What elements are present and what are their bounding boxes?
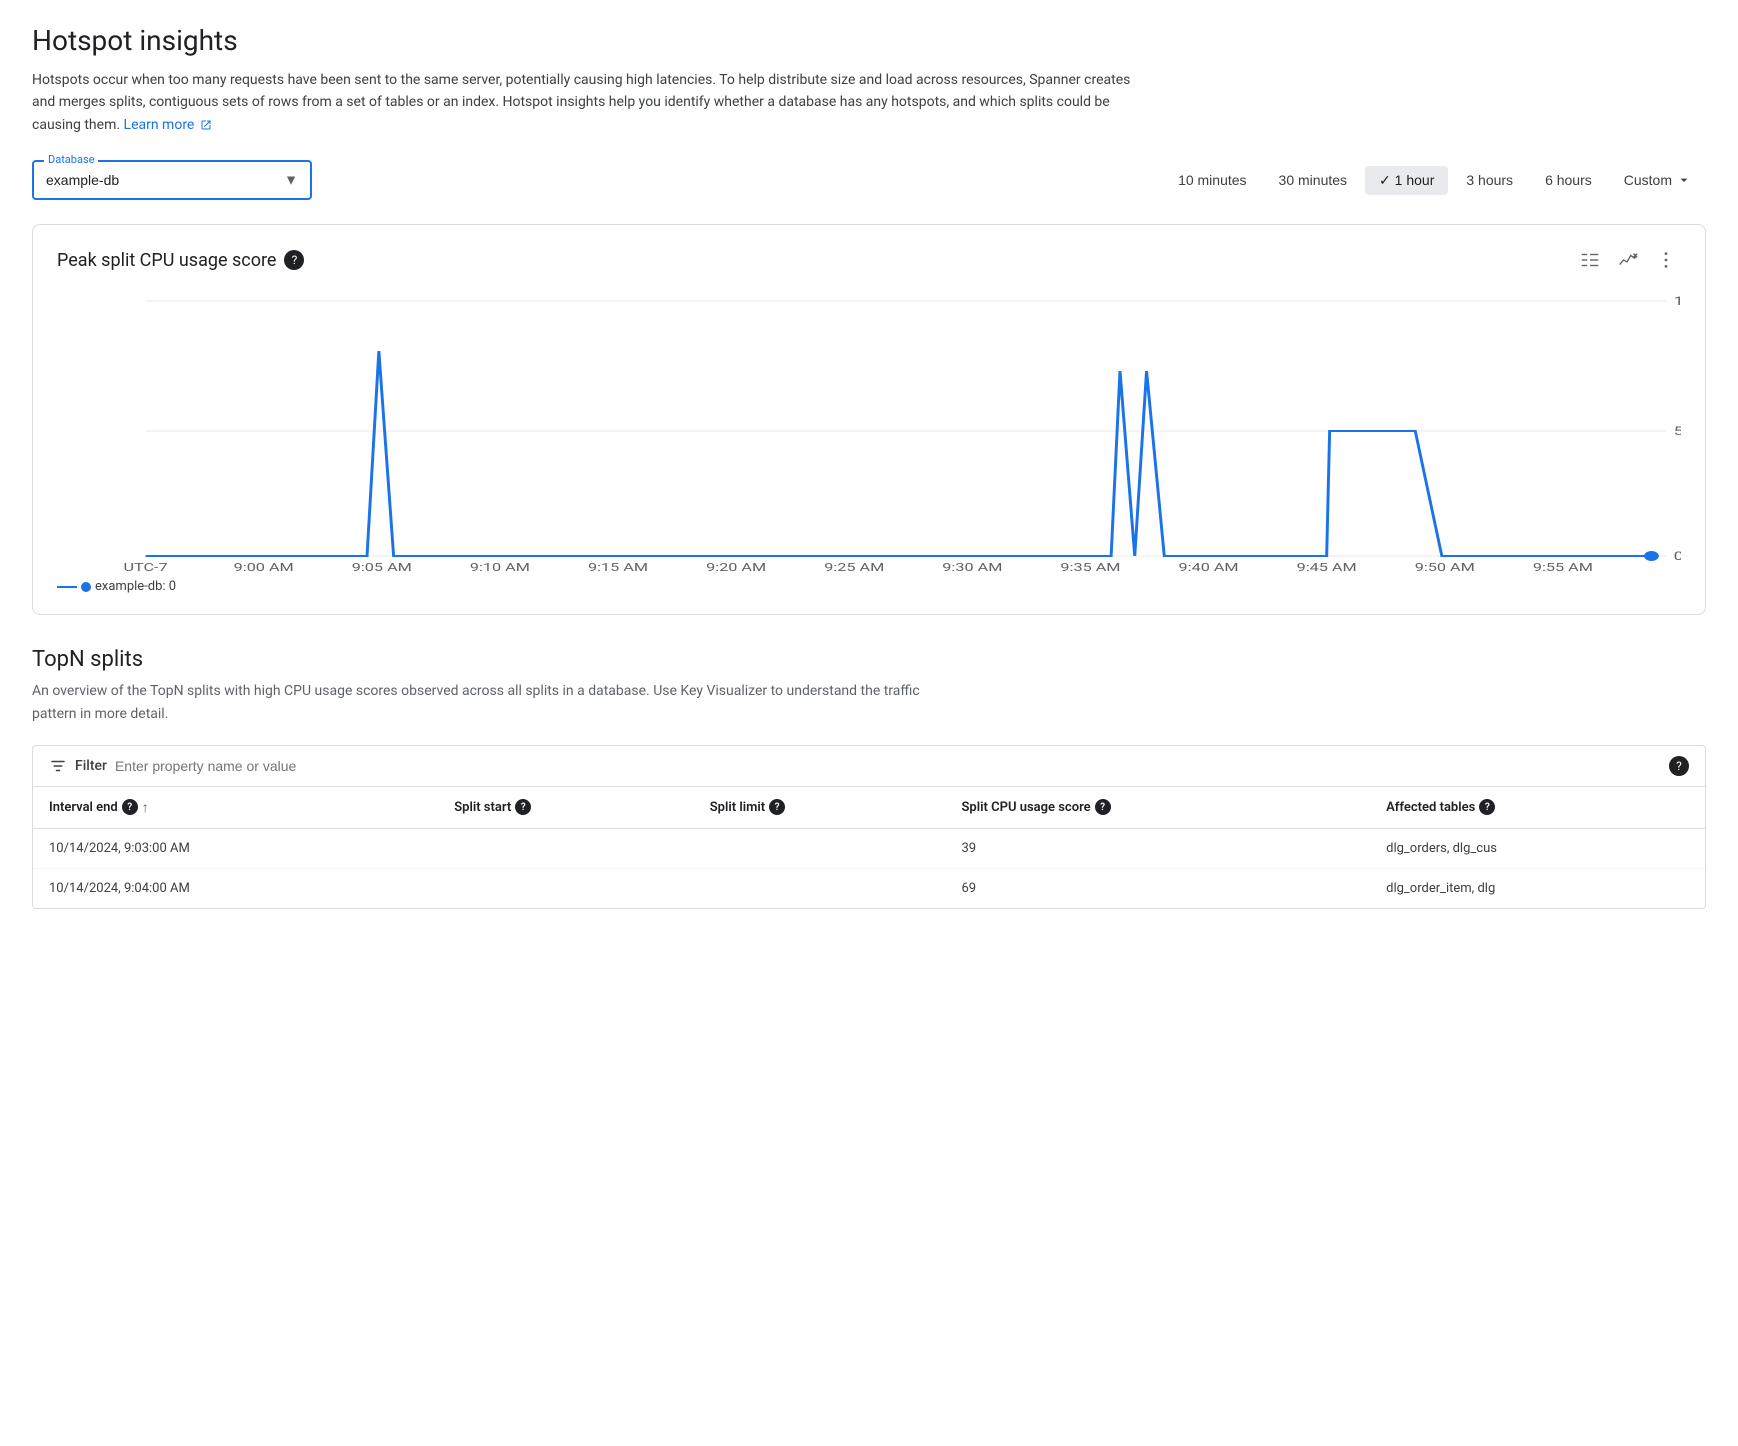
chart-svg: 100 50 0 UTC-7 9:00 AM 9:05 AM 9:10 AM 9… [57,291,1681,571]
svg-text:0: 0 [1674,549,1681,563]
svg-text:9:20 AM: 9:20 AM [706,562,766,572]
table-row: 10/14/2024, 9:04:00 AM 69 dlg_order_item… [33,868,1705,908]
interval-end-help[interactable]: ? [122,799,138,815]
time-btn-10min[interactable]: 10 minutes [1164,166,1260,194]
svg-text:9:05 AM: 9:05 AM [352,562,412,572]
col-interval-end: Interval end ? ↑ [33,787,438,829]
checkmark-icon: ✓ [1379,172,1391,188]
chart-header: Peak split CPU usage score ? [57,245,1681,275]
legend-toggle-button[interactable] [1575,245,1605,275]
controls-row: Database example-db ▼ 10 minutes 30 minu… [32,160,1706,200]
legend-line-dash [57,586,77,588]
chart-title-row: Peak split CPU usage score ? [57,250,304,271]
cell-interval-end: 10/14/2024, 9:03:00 AM [33,828,438,868]
legend-label: example-db: 0 [95,579,176,594]
col-split-start: Split start ? [438,787,694,829]
more-options-button[interactable] [1651,245,1681,275]
cell-cpu-score: 39 [946,828,1371,868]
col-split-limit: Split limit ? [694,787,946,829]
svg-text:9:10 AM: 9:10 AM [470,562,530,572]
database-dropdown[interactable]: example-db [46,166,298,194]
table-body: 10/14/2024, 9:03:00 AM 39 dlg_orders, dl… [33,828,1705,908]
table-header-row: Interval end ? ↑ Split start ? Spl [33,787,1705,829]
chart-area: 100 50 0 UTC-7 9:00 AM 9:05 AM 9:10 AM 9… [57,291,1681,571]
svg-text:100: 100 [1674,294,1681,308]
database-selector[interactable]: Database example-db ▼ [32,160,312,200]
svg-text:9:40 AM: 9:40 AM [1179,562,1239,572]
legend-item: example-db: 0 [57,579,176,594]
time-btn-custom[interactable]: Custom [1610,166,1706,194]
filter-input[interactable] [115,758,415,774]
svg-text:9:30 AM: 9:30 AM [942,562,1002,572]
filter-label: Filter [75,758,107,774]
filter-left: Filter [49,757,415,775]
chart-legend: example-db: 0 [57,579,1681,594]
split-start-help[interactable]: ? [515,799,531,815]
cpu-score-help[interactable]: ? [1095,799,1111,815]
cell-interval-end: 10/14/2024, 9:04:00 AM [33,868,438,908]
cell-affected-tables: dlg_orders, dlg_cus [1370,828,1705,868]
time-btn-3hours[interactable]: 3 hours [1452,166,1527,194]
topn-table: Interval end ? ↑ Split start ? Spl [33,787,1705,908]
svg-text:9:25 AM: 9:25 AM [824,562,884,572]
col-affected-tables: Affected tables ? [1370,787,1705,829]
page-title: Hotspot insights [32,24,1706,57]
table-row: 10/14/2024, 9:03:00 AM 39 dlg_orders, dl… [33,828,1705,868]
time-btn-30min[interactable]: 30 minutes [1265,166,1361,194]
svg-text:9:00 AM: 9:00 AM [234,562,294,572]
anomaly-toggle-button[interactable] [1613,245,1643,275]
topn-description: An overview of the TopN splits with high… [32,680,932,725]
external-link-icon [200,119,212,131]
time-selector: 10 minutes 30 minutes ✓ 1 hour 3 hours 6… [1164,166,1706,195]
trend-icon [1617,249,1639,271]
svg-text:9:35 AM: 9:35 AM [1060,562,1120,572]
svg-text:50: 50 [1674,424,1681,438]
chart-actions [1575,245,1681,275]
topn-section: TopN splits An overview of the TopN spli… [32,647,1706,909]
more-vert-icon [1655,249,1677,271]
col-cpu-score: Split CPU usage score ? [946,787,1371,829]
filter-icon [49,757,67,775]
learn-more-link[interactable]: Learn more [124,117,212,133]
db-selector-label: Database [44,153,98,166]
time-btn-1hour[interactable]: ✓ 1 hour [1365,166,1448,195]
svg-text:9:15 AM: 9:15 AM [588,562,648,572]
svg-text:9:45 AM: 9:45 AM [1297,562,1357,572]
cell-split-start [438,828,694,868]
time-btn-6hours[interactable]: 6 hours [1531,166,1606,194]
filter-help-icon[interactable]: ? [1669,756,1689,776]
chart-card: Peak split CPU usage score ? [32,224,1706,615]
affected-tables-help[interactable]: ? [1479,799,1495,815]
legend-dot [81,582,91,592]
cell-cpu-score: 69 [946,868,1371,908]
chart-help-icon[interactable]: ? [284,250,304,270]
cell-split-start [438,868,694,908]
cell-affected-tables: dlg_order_item, dlg [1370,868,1705,908]
svg-text:UTC-7: UTC-7 [123,562,167,572]
chart-title: Peak split CPU usage score [57,250,276,271]
svg-text:9:50 AM: 9:50 AM [1415,562,1475,572]
filter-bar: Filter ? [32,745,1706,786]
split-limit-help[interactable]: ? [769,799,785,815]
cell-split-limit [694,828,946,868]
legend-icon [1579,249,1601,271]
sort-icon[interactable]: ↑ [142,799,149,816]
table-wrap: Interval end ? ↑ Split start ? Spl [32,786,1706,909]
cell-split-limit [694,868,946,908]
chevron-down-icon [1676,172,1692,188]
page-description: Hotspots occur when too many requests ha… [32,69,1132,136]
topn-title: TopN splits [32,647,1706,672]
svg-text:9:55 AM: 9:55 AM [1533,562,1593,572]
